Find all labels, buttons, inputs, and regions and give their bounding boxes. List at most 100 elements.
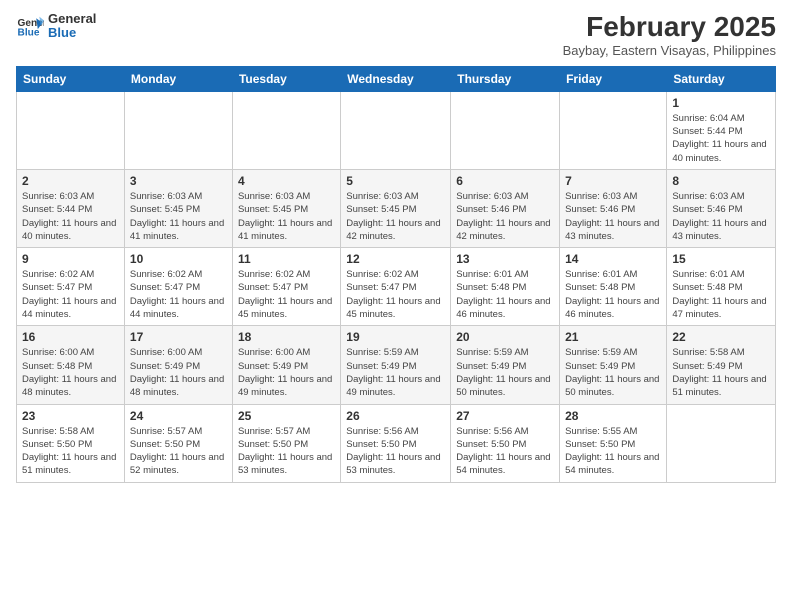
day-number: 23 — [22, 409, 119, 423]
calendar-week-row: 23 Sunrise: 5:58 AM Sunset: 5:50 PM Dayli… — [17, 404, 776, 482]
day-info: Sunrise: 6:04 AM Sunset: 5:44 PM Dayligh… — [672, 112, 770, 165]
calendar-cell: 14 Sunrise: 6:01 AM Sunset: 5:48 PM Dayli… — [560, 248, 667, 326]
day-number: 8 — [672, 174, 770, 188]
day-info: Sunrise: 6:01 AM Sunset: 5:48 PM Dayligh… — [672, 268, 770, 321]
day-number: 6 — [456, 174, 554, 188]
calendar-cell: 13 Sunrise: 6:01 AM Sunset: 5:48 PM Dayli… — [451, 248, 560, 326]
calendar-cell — [17, 91, 125, 169]
day-number: 11 — [238, 252, 335, 266]
logo-general: General — [48, 12, 96, 26]
day-number: 17 — [130, 330, 227, 344]
day-number: 27 — [456, 409, 554, 423]
day-number: 4 — [238, 174, 335, 188]
calendar-cell: 1 Sunrise: 6:04 AM Sunset: 5:44 PM Daylig… — [667, 91, 776, 169]
calendar-cell: 18Sunrise: 6:00 AM Sunset: 5:49 PM Dayli… — [232, 326, 340, 404]
day-info: Sunrise: 5:58 AM Sunset: 5:50 PM Dayligh… — [22, 425, 119, 478]
logo-icon: General Blue — [16, 12, 44, 40]
weekday-header: Sunday — [17, 66, 125, 91]
day-info: Sunrise: 6:01 AM Sunset: 5:48 PM Dayligh… — [456, 268, 554, 321]
day-number: 12 — [346, 252, 445, 266]
day-info: Sunrise: 6:00 AM Sunset: 5:48 PM Dayligh… — [22, 346, 119, 399]
calendar-header-row: SundayMondayTuesdayWednesdayThursdayFrid… — [17, 66, 776, 91]
weekday-header: Monday — [124, 66, 232, 91]
calendar-cell: 7 Sunrise: 6:03 AM Sunset: 5:46 PM Daylig… — [560, 169, 667, 247]
calendar-cell: 3 Sunrise: 6:03 AM Sunset: 5:45 PM Daylig… — [124, 169, 232, 247]
weekday-header: Wednesday — [341, 66, 451, 91]
day-info: Sunrise: 6:00 AM Sunset: 5:49 PM Dayligh… — [130, 346, 227, 399]
calendar-cell: 5 Sunrise: 6:03 AM Sunset: 5:45 PM Daylig… — [341, 169, 451, 247]
calendar-cell: 22 Sunrise: 5:58 AM Sunset: 5:49 PM Dayli… — [667, 326, 776, 404]
day-number: 3 — [130, 174, 227, 188]
logo-blue: Blue — [48, 26, 96, 40]
day-info: Sunrise: 5:58 AM Sunset: 5:49 PM Dayligh… — [672, 346, 770, 399]
day-info: Sunrise: 6:03 AM Sunset: 5:44 PM Dayligh… — [22, 190, 119, 243]
day-info: Sunrise: 6:03 AM Sunset: 5:46 PM Dayligh… — [672, 190, 770, 243]
day-info: Sunrise: 6:03 AM Sunset: 5:45 PM Dayligh… — [130, 190, 227, 243]
day-number: 18 — [238, 330, 335, 344]
calendar-cell: 12 Sunrise: 6:02 AM Sunset: 5:47 PM Dayli… — [341, 248, 451, 326]
calendar-week-row: 1 Sunrise: 6:04 AM Sunset: 5:44 PM Daylig… — [17, 91, 776, 169]
day-number: 20 — [456, 330, 554, 344]
day-info: Sunrise: 5:59 AM Sunset: 5:49 PM Dayligh… — [456, 346, 554, 399]
calendar-cell — [451, 91, 560, 169]
calendar-cell: 27 Sunrise: 5:56 AM Sunset: 5:50 PM Dayli… — [451, 404, 560, 482]
calendar-cell: 21 Sunrise: 5:59 AM Sunset: 5:49 PM Dayli… — [560, 326, 667, 404]
calendar-week-row: 9 Sunrise: 6:02 AM Sunset: 5:47 PM Daylig… — [17, 248, 776, 326]
day-number: 16 — [22, 330, 119, 344]
calendar-cell: 9 Sunrise: 6:02 AM Sunset: 5:47 PM Daylig… — [17, 248, 125, 326]
day-number: 7 — [565, 174, 661, 188]
day-number: 9 — [22, 252, 119, 266]
calendar-cell — [560, 91, 667, 169]
day-info: Sunrise: 5:59 AM Sunset: 5:49 PM Dayligh… — [346, 346, 445, 399]
title-block: February 2025 Baybay, Eastern Visayas, P… — [563, 12, 776, 58]
day-info: Sunrise: 6:03 AM Sunset: 5:46 PM Dayligh… — [565, 190, 661, 243]
weekday-header: Thursday — [451, 66, 560, 91]
day-number: 13 — [456, 252, 554, 266]
calendar: SundayMondayTuesdayWednesdayThursdayFrid… — [16, 66, 776, 483]
day-number: 5 — [346, 174, 445, 188]
day-number: 26 — [346, 409, 445, 423]
calendar-cell: 6 Sunrise: 6:03 AM Sunset: 5:46 PM Daylig… — [451, 169, 560, 247]
day-info: Sunrise: 5:57 AM Sunset: 5:50 PM Dayligh… — [238, 425, 335, 478]
calendar-week-row: 2 Sunrise: 6:03 AM Sunset: 5:44 PM Daylig… — [17, 169, 776, 247]
header: General Blue General Blue February 2025 … — [16, 12, 776, 58]
month-title: February 2025 — [563, 12, 776, 43]
day-info: Sunrise: 6:01 AM Sunset: 5:48 PM Dayligh… — [565, 268, 661, 321]
day-info: Sunrise: 5:56 AM Sunset: 5:50 PM Dayligh… — [456, 425, 554, 478]
day-info: Sunrise: 5:59 AM Sunset: 5:49 PM Dayligh… — [565, 346, 661, 399]
calendar-week-row: 16 Sunrise: 6:00 AM Sunset: 5:48 PM Dayli… — [17, 326, 776, 404]
calendar-cell: 16 Sunrise: 6:00 AM Sunset: 5:48 PM Dayli… — [17, 326, 125, 404]
day-number: 2 — [22, 174, 119, 188]
weekday-header: Tuesday — [232, 66, 340, 91]
day-info: Sunrise: 6:02 AM Sunset: 5:47 PM Dayligh… — [346, 268, 445, 321]
calendar-cell: 23 Sunrise: 5:58 AM Sunset: 5:50 PM Dayli… — [17, 404, 125, 482]
day-number: 14 — [565, 252, 661, 266]
weekday-header: Saturday — [667, 66, 776, 91]
day-number: 10 — [130, 252, 227, 266]
subtitle: Baybay, Eastern Visayas, Philippines — [563, 43, 776, 58]
calendar-cell: 24Sunrise: 5:57 AM Sunset: 5:50 PM Dayli… — [124, 404, 232, 482]
calendar-cell — [232, 91, 340, 169]
logo: General Blue General Blue — [16, 12, 96, 41]
day-number: 28 — [565, 409, 661, 423]
day-info: Sunrise: 6:03 AM Sunset: 5:46 PM Dayligh… — [456, 190, 554, 243]
day-number: 21 — [565, 330, 661, 344]
calendar-cell: 19Sunrise: 5:59 AM Sunset: 5:49 PM Dayli… — [341, 326, 451, 404]
calendar-cell — [667, 404, 776, 482]
day-info: Sunrise: 5:57 AM Sunset: 5:50 PM Dayligh… — [130, 425, 227, 478]
day-info: Sunrise: 5:55 AM Sunset: 5:50 PM Dayligh… — [565, 425, 661, 478]
day-info: Sunrise: 6:03 AM Sunset: 5:45 PM Dayligh… — [238, 190, 335, 243]
calendar-cell: 2 Sunrise: 6:03 AM Sunset: 5:44 PM Daylig… — [17, 169, 125, 247]
calendar-cell: 15Sunrise: 6:01 AM Sunset: 5:48 PM Dayli… — [667, 248, 776, 326]
day-info: Sunrise: 6:02 AM Sunset: 5:47 PM Dayligh… — [130, 268, 227, 321]
day-number: 22 — [672, 330, 770, 344]
day-info: Sunrise: 5:56 AM Sunset: 5:50 PM Dayligh… — [346, 425, 445, 478]
calendar-cell: 28 Sunrise: 5:55 AM Sunset: 5:50 PM Dayli… — [560, 404, 667, 482]
calendar-body: 1 Sunrise: 6:04 AM Sunset: 5:44 PM Daylig… — [17, 91, 776, 482]
calendar-cell: 26 Sunrise: 5:56 AM Sunset: 5:50 PM Dayli… — [341, 404, 451, 482]
day-number: 1 — [672, 96, 770, 110]
day-info: Sunrise: 6:03 AM Sunset: 5:45 PM Dayligh… — [346, 190, 445, 243]
calendar-cell: 25Sunrise: 5:57 AM Sunset: 5:50 PM Dayli… — [232, 404, 340, 482]
svg-text:Blue: Blue — [18, 28, 40, 39]
day-info: Sunrise: 6:02 AM Sunset: 5:47 PM Dayligh… — [22, 268, 119, 321]
